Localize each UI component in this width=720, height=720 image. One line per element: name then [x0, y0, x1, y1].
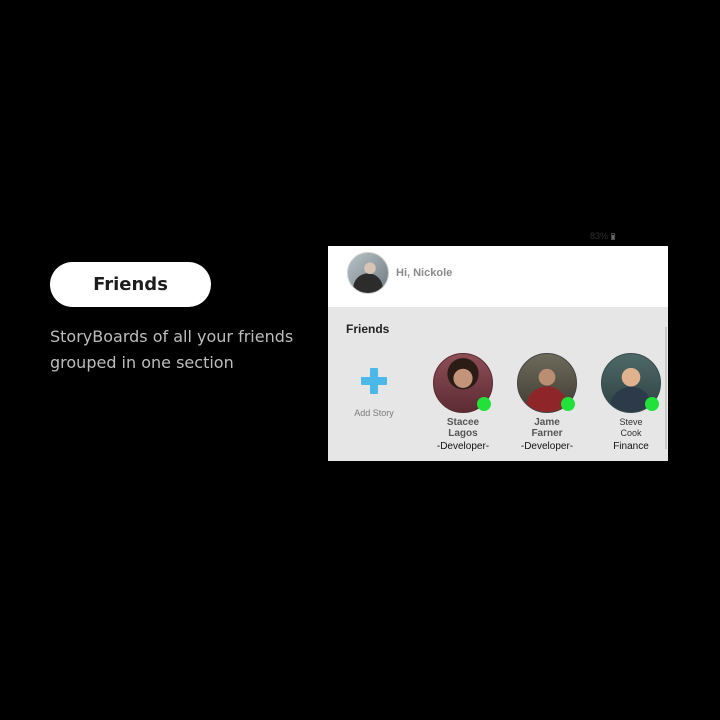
app-screen: Hi, Nickole Friends Add Story Stacee Lag… [328, 246, 668, 461]
online-status-dot [645, 397, 659, 411]
battery-icon [611, 232, 616, 240]
plus-icon [361, 368, 387, 394]
friend-card[interactable]: Jame Farner -Developer- [512, 353, 582, 452]
horizontal-scroll-edge[interactable] [665, 327, 667, 449]
friend-avatar [601, 353, 661, 413]
add-story-label: Add Story [354, 408, 394, 418]
friend-name: Steve Cook [619, 417, 643, 438]
friend-role: -Developer- [436, 441, 490, 452]
friend-name: Stacee Lagos [446, 417, 480, 439]
feature-caption: StoryBoards of all your friends grouped … [50, 327, 294, 372]
friend-role: -Developer- [520, 441, 574, 452]
greeting-text: Hi, Nickole [396, 267, 453, 279]
friend-card[interactable]: Steve Cook Finance [596, 353, 666, 452]
online-status-dot [477, 397, 491, 411]
friends-section-title: Friends [346, 322, 390, 336]
add-story-button[interactable]: Add Story [346, 364, 402, 418]
online-status-dot [561, 397, 575, 411]
friend-card[interactable]: Stacee Lagos -Developer- [428, 353, 498, 452]
friend-avatar [433, 353, 493, 413]
app-header: Hi, Nickole [328, 246, 668, 307]
pill-label: Friends [93, 274, 168, 295]
battery-percentage: 83% [590, 231, 609, 241]
friends-title-pill: Friends [50, 262, 211, 307]
friend-name: Jame Farner [531, 417, 563, 439]
status-bar: 83% [590, 230, 616, 242]
user-avatar[interactable] [347, 252, 389, 294]
friend-avatar [517, 353, 577, 413]
friend-role: Finance [613, 441, 649, 452]
